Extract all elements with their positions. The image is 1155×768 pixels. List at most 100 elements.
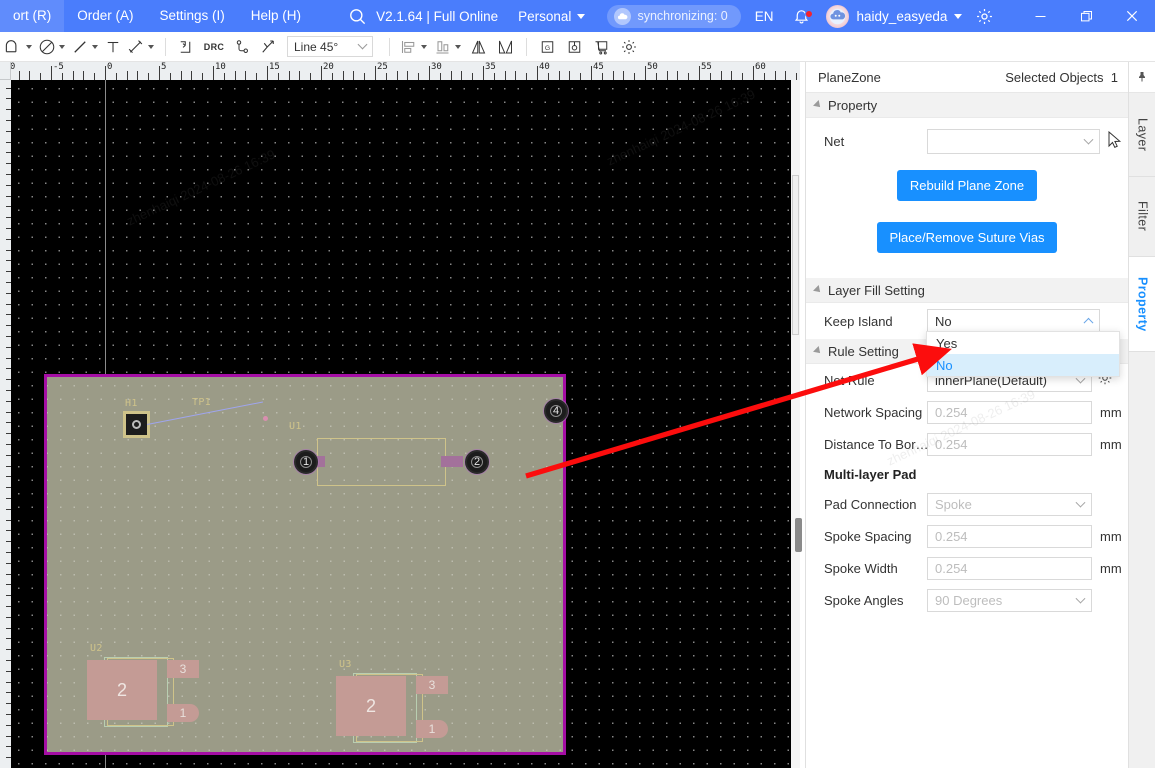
pad-u3-1[interactable]: 1 [416,720,448,738]
ruler-v-tick [6,325,11,327]
restore-button[interactable] [1063,0,1109,32]
keep-island-dropdown-menu[interactable]: Yes No [926,331,1120,377]
dimension-tool-icon[interactable] [124,34,147,60]
spoke-width-label: Spoke Width [824,560,898,576]
flip-horizontal-tool-icon[interactable] [465,34,492,60]
order-tool-icon[interactable] [588,34,615,60]
preview-tool-icon[interactable] [561,34,588,60]
pad-4-number: 4 [552,405,560,417]
canvas-vertical-scrollbar[interactable] [791,80,800,768]
dropdown-option-yes[interactable]: Yes [927,332,1119,354]
notifications-bell-icon[interactable] [788,8,816,25]
ruler-major-tick [321,66,322,80]
collapse-triangle-icon-2 [813,285,823,295]
pad-connection-select[interactable]: Spoke [927,492,1092,516]
drc-tool-icon[interactable]: DRC [199,34,229,60]
username-label[interactable]: haidy_easyeda [849,9,955,24]
pad-u2-3[interactable]: 3 [167,660,199,678]
text-tool-icon[interactable] [102,34,124,60]
panel-splitter-handle[interactable] [795,518,802,552]
section-layer-fill[interactable]: Layer Fill Setting [806,278,1128,303]
tab-filter[interactable]: Filter [1129,177,1155,257]
align-tool-chevron-down-icon[interactable] [421,44,427,49]
section-property-label: Property [828,97,878,113]
dimension-tool-chevron-down-icon[interactable] [148,44,154,49]
gerber-tool-icon[interactable]: G [534,34,561,60]
pin-icon[interactable] [1129,62,1155,93]
flip-vertical-tool-icon[interactable] [492,34,519,60]
ruler-major-tick [537,66,538,80]
tab-layer[interactable]: Layer [1129,93,1155,177]
arc-tool-icon[interactable] [2,34,25,60]
pad-4[interactable]: 4 [544,399,568,423]
mouse-cursor-icon [1108,130,1122,154]
pad-u3-2[interactable]: 2 [336,676,406,736]
pcb-board-area[interactable]: H1 TP1 U1 1 2 4 U2 2 3 1 U3 2 3 1 [11,80,800,768]
language-selector[interactable]: EN [741,9,788,24]
arc-tool-chevron-down-icon[interactable] [26,44,32,49]
spoke-spacing-input[interactable]: 0.254 [927,524,1092,548]
align-tool-icon[interactable] [397,34,420,60]
distance-to-border-input[interactable]: 0.254 [927,432,1092,456]
minimize-button[interactable] [1017,0,1063,32]
cloud-icon [614,7,632,25]
ruler-v-tick [6,649,11,651]
menu-item-order[interactable]: Order (A) [64,0,146,32]
route-tool-icon[interactable] [173,34,199,60]
keep-island-select[interactable]: No [927,308,1100,334]
line-tool-chevron-down-icon[interactable] [92,44,98,49]
gear-icon[interactable] [962,7,1006,26]
menu-item-export[interactable]: ort (R) [0,0,65,32]
canvas-scrollbar-thumb[interactable] [792,175,799,335]
pad-u1-1[interactable]: 1 [294,450,318,474]
account-type-dropdown[interactable]: Personal [512,9,591,24]
line-mode-select[interactable]: Line 45° [287,36,373,57]
pad-u2-1[interactable]: 1 [167,704,199,722]
fanout-tool-icon[interactable] [255,34,281,60]
ruler-minor-tick [655,73,657,80]
sync-status-pill[interactable]: synchronizing: 0 [607,4,741,28]
place-remove-suture-vias-button[interactable]: Place/Remove Suture Vias [877,222,1057,253]
ruler-v-tick [6,87,11,89]
pad-u2-2[interactable]: 2 [87,660,157,720]
distribute-tool-icon[interactable] [431,34,454,60]
settings-tool-icon[interactable] [615,34,642,60]
dropdown-option-no[interactable]: No [927,354,1119,376]
pad-u1-2[interactable]: 2 [465,450,489,474]
net-rule-label: Net Rule [824,372,875,388]
plane-zone-polygon[interactable]: H1 TP1 U1 1 2 4 U2 2 3 1 U3 2 3 1 [44,374,568,755]
rebuild-plane-zone-button[interactable]: Rebuild Plane Zone [897,170,1037,201]
search-icon[interactable] [342,7,372,26]
ruler-major-tick [267,66,268,80]
tab-property[interactable]: Property [1129,257,1155,352]
ruler-v-tick [6,508,11,510]
user-menu-chevron-down-icon[interactable] [954,13,963,19]
track-tool-icon[interactable] [229,34,255,60]
pad-h1[interactable] [123,411,150,438]
network-spacing-input[interactable]: 0.254 [927,400,1092,424]
ruler-minor-tick [558,71,560,80]
pad-tp1[interactable] [263,416,268,421]
spoke-width-input[interactable]: 0.254 [927,556,1092,580]
spoke-angles-chevron-down-icon [1075,593,1086,604]
pad-u3-3[interactable]: 3 [416,676,448,694]
circle-tool-icon[interactable] [36,34,58,60]
spoke-angles-select[interactable]: 90 Degrees [927,588,1092,612]
avatar[interactable] [825,4,849,28]
circle-tool-chevron-down-icon[interactable] [59,44,65,49]
pcb-canvas[interactable]: H1 TP1 U1 1 2 4 U2 2 3 1 U3 2 3 1 -5 0 5… [0,62,800,768]
ruler-minor-tick [353,71,355,80]
section-property[interactable]: Property [806,93,1128,118]
ruler-minor-tick [364,73,366,80]
ruler-minor-tick [137,71,139,80]
distribute-tool-chevron-down-icon[interactable] [455,44,461,49]
close-button[interactable] [1109,0,1155,32]
selected-objects-label: Selected Objects [1005,69,1104,85]
menu-item-help[interactable]: Help (H) [238,0,314,32]
menu-item-settings[interactable]: Settings (I) [147,0,238,32]
ruler-v-tick [6,422,11,424]
ruler-v-tick [6,152,11,154]
line-tool-icon[interactable] [69,34,91,60]
section-rule-setting-label: Rule Setting [828,343,899,359]
net-select[interactable] [927,128,1100,154]
